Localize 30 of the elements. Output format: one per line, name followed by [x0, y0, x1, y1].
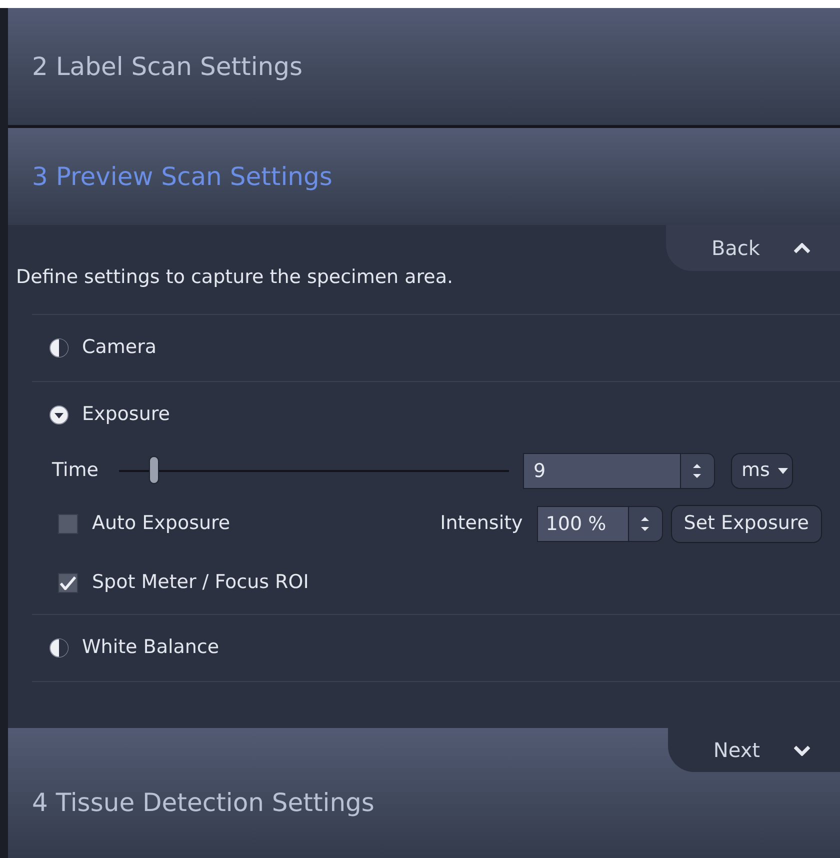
auto-exposure-option[interactable]: Auto Exposure: [58, 509, 230, 538]
up-down-arrows-icon: [693, 464, 701, 478]
caret-icon: [778, 468, 788, 474]
group-header[interactable]: Camera: [32, 314, 840, 380]
unit-dropdown[interactable]: ms: [730, 452, 793, 488]
time-field[interactable]: 9: [522, 452, 680, 488]
collapsed-icon: [48, 336, 70, 358]
back-tab[interactable]: Back: [666, 225, 840, 271]
expanded-icon: [48, 404, 70, 426]
up-down-arrows-icon: [641, 516, 650, 530]
group-header[interactable]: Exposure: [32, 382, 840, 448]
spin-button[interactable]: [680, 452, 714, 488]
next-tab[interactable]: Next: [668, 728, 840, 772]
checkbox[interactable]: [58, 572, 78, 592]
spot-meter-option[interactable]: Spot Meter / Focus ROI: [58, 568, 309, 597]
spin-button[interactable]: [628, 506, 663, 542]
intensity-field[interactable]: 100 %: [536, 506, 629, 542]
slider-thumb[interactable]: [148, 456, 159, 484]
collapsed-icon: [48, 636, 70, 658]
step-title[interactable]: 2 Label Scan Settings: [32, 48, 303, 86]
step-title[interactable]: 4 Tissue Detection Settings: [32, 784, 374, 822]
chevron-down-icon: [794, 744, 810, 756]
group-header[interactable]: White Balance: [32, 614, 840, 680]
chevron-up-icon: [794, 242, 810, 254]
set-exposure-button[interactable]: Set Exposure: [670, 504, 822, 542]
check-icon: [60, 576, 76, 590]
time-label: Time: [52, 458, 98, 484]
description-text: Define settings to capture the specimen area.: [16, 266, 454, 288]
checkbox[interactable]: [58, 514, 78, 534]
intensity-label: Intensity: [440, 511, 523, 536]
